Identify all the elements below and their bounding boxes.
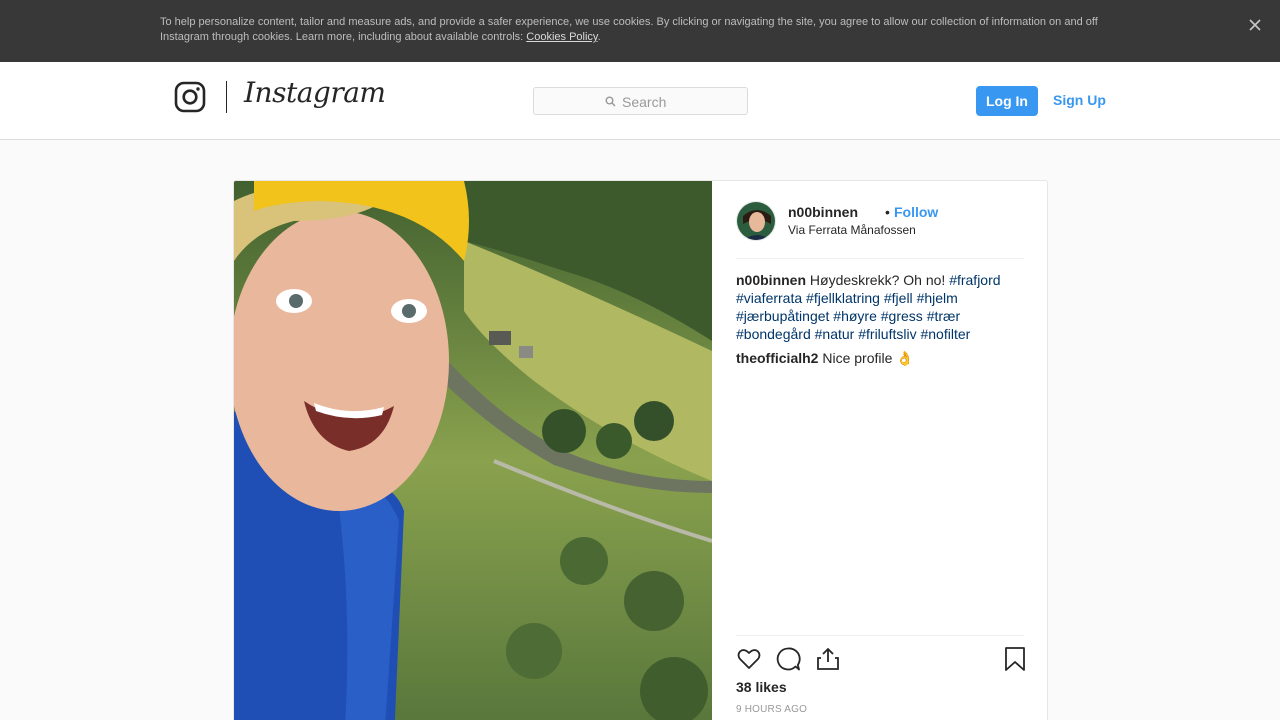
close-icon[interactable]: [1246, 16, 1264, 34]
comments-section: n00binnen Høydeskrekk? Oh no! #frafjord …: [736, 271, 1024, 373]
instagram-glyph-icon[interactable]: [174, 81, 206, 113]
hashtag[interactable]: #natur: [815, 326, 855, 342]
cookie-policy-link[interactable]: Cookies Policy: [526, 31, 597, 43]
cookie-text: To help personalize content, tailor and …: [160, 15, 1120, 45]
hashtag[interactable]: #bondegård: [736, 326, 811, 342]
comment-icon[interactable]: [775, 646, 801, 672]
post-photo[interactable]: [234, 181, 712, 720]
separator-dot: •: [885, 204, 890, 220]
comment-username[interactable]: theofficialh2: [736, 350, 818, 366]
comment: theofficialh2 Nice profile 👌: [736, 349, 1024, 367]
caption: n00binnen Høydeskrekk? Oh no! #frafjord …: [736, 271, 1024, 343]
signup-link[interactable]: Sign Up: [1053, 92, 1106, 108]
instagram-wordmark[interactable]: Instagram: [244, 76, 386, 109]
hashtag[interactable]: #gress: [881, 308, 923, 324]
action-bar: [736, 635, 1025, 683]
cookie-end: .: [597, 31, 601, 43]
hashtag[interactable]: #frafjord: [949, 272, 1000, 288]
hashtag[interactable]: #jærbupåtinget: [736, 308, 829, 324]
post-sidebar: n00binnen • Follow Via Ferrata Månafosse…: [712, 181, 1047, 720]
likes-count[interactable]: 38 likes: [736, 679, 787, 695]
bookmark-icon[interactable]: [1002, 646, 1028, 672]
post-header: n00binnen • Follow Via Ferrata Månafosse…: [736, 201, 1024, 259]
search-input[interactable]: Search: [533, 87, 748, 115]
logo-divider: [226, 81, 227, 113]
hashtag[interactable]: #fjell: [884, 290, 913, 306]
cookie-banner: To help personalize content, tailor and …: [0, 0, 1280, 62]
search-placeholder: Search: [622, 94, 667, 110]
hashtag[interactable]: #trær: [927, 308, 960, 324]
hashtag[interactable]: #høyre: [833, 308, 877, 324]
cookie-message: To help personalize content, tailor and …: [160, 16, 1098, 43]
post-card: n00binnen • Follow Via Ferrata Månafosse…: [233, 180, 1048, 720]
post-location[interactable]: Via Ferrata Månafossen: [788, 223, 916, 237]
caption-text: Høydeskrekk? Oh no!: [809, 272, 946, 288]
follow-button[interactable]: Follow: [894, 204, 938, 220]
post-timestamp[interactable]: 9 HOURS AGO: [736, 704, 807, 715]
post-username[interactable]: n00binnen: [788, 204, 858, 220]
hashtag[interactable]: #nofilter: [920, 326, 970, 342]
search-icon: [605, 96, 616, 107]
login-button[interactable]: Log In: [976, 86, 1038, 116]
hashtag[interactable]: #fjellklatring: [806, 290, 880, 306]
hashtag[interactable]: #hjelm: [917, 290, 958, 306]
heart-icon[interactable]: [736, 646, 762, 672]
top-nav: Instagram Search Log In Sign Up: [0, 62, 1280, 140]
hashtag[interactable]: #friluftsliv: [858, 326, 916, 342]
share-icon[interactable]: [815, 646, 841, 672]
caption-username[interactable]: n00binnen: [736, 272, 806, 288]
avatar[interactable]: [736, 201, 776, 241]
hashtag[interactable]: #viaferrata: [736, 290, 802, 306]
comment-text: Nice profile 👌: [822, 350, 914, 366]
